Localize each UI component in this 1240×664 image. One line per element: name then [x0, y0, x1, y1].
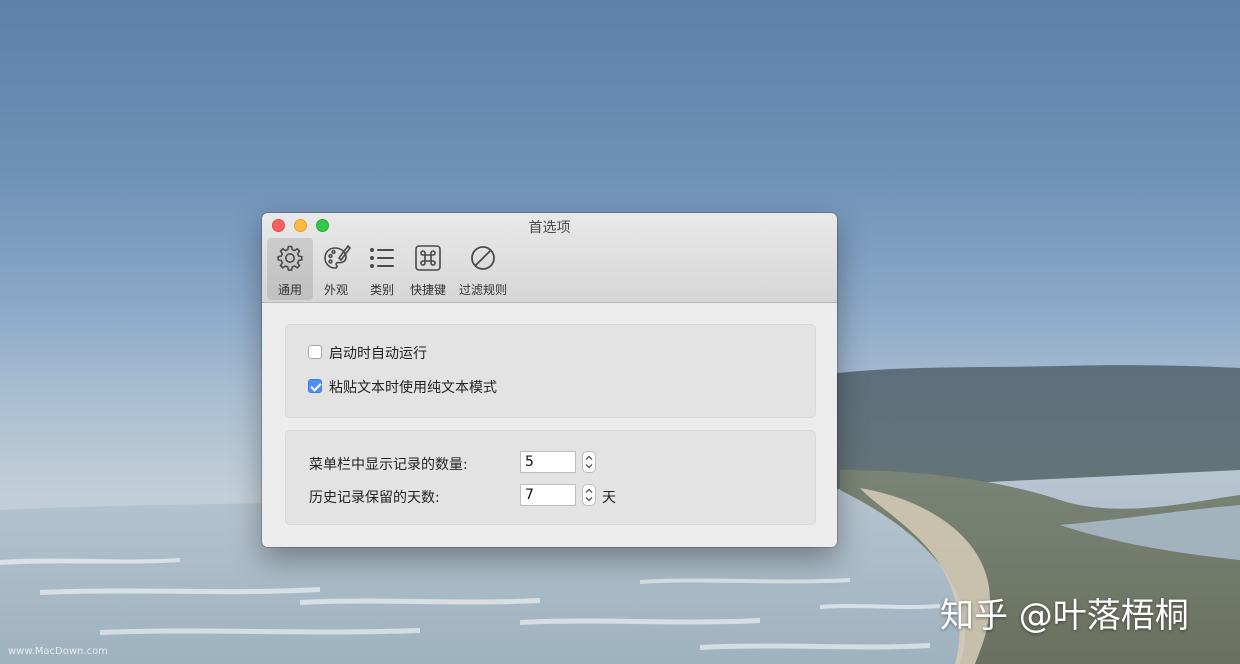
palette-icon	[324, 244, 351, 269]
stepper-arrows-icon	[585, 488, 593, 502]
paste-plain-text-label: 粘贴文本时使用纯文本模式	[329, 380, 497, 396]
tab-general[interactable]: 通用	[267, 238, 313, 300]
preferences-window: 首选项 通用 外观 类别 快捷键 过滤规则 启动时自动运行 粘贴文本时使用纯文本…	[262, 213, 837, 547]
menubar-count-stepper[interactable]	[582, 451, 596, 473]
tab-appearance[interactable]: 外观	[316, 238, 356, 300]
tab-general-label: 通用	[277, 283, 302, 297]
site-watermark: www.MacDown.com	[8, 646, 108, 657]
tab-filter-rules[interactable]: 过滤规则	[455, 238, 511, 300]
startup-options-group: 启动时自动运行 粘贴文本时使用纯文本模式	[285, 324, 816, 418]
history-days-stepper[interactable]	[582, 484, 596, 506]
launch-at-login-label: 启动时自动运行	[329, 346, 427, 362]
tab-filter-rules-label: 过滤规则	[458, 283, 507, 297]
tab-shortcuts[interactable]: 快捷键	[407, 238, 449, 300]
history-days-unit: 天	[602, 490, 616, 506]
zhihu-watermark: 知乎 @叶落梧桐	[940, 596, 1189, 636]
history-days-input[interactable]	[520, 484, 576, 506]
gear-icon	[277, 245, 303, 271]
menubar-count-label: 菜单栏中显示记录的数量:	[309, 457, 468, 473]
history-options-group: 菜单栏中显示记录的数量: 历史记录保留的天数: 天	[285, 430, 816, 525]
list-icon	[370, 248, 394, 268]
paste-plain-text-checkbox[interactable]	[308, 379, 322, 393]
tab-appearance-label: 外观	[323, 283, 348, 297]
window-title: 首选项	[528, 220, 571, 236]
launch-at-login-checkbox[interactable]	[308, 345, 322, 359]
tab-categories-label: 类别	[369, 283, 394, 297]
tab-categories[interactable]: 类别	[362, 238, 402, 300]
menubar-count-input[interactable]	[520, 451, 576, 473]
general-pane: 启动时自动运行 粘贴文本时使用纯文本模式 菜单栏中显示记录的数量: 历史记录保留…	[262, 303, 837, 547]
stepper-arrows-icon	[585, 455, 593, 469]
history-days-label: 历史记录保留的天数:	[309, 490, 440, 506]
titlebar-toolbar: 首选项 通用 外观 类别 快捷键 过滤规则	[262, 213, 837, 303]
prohibited-icon	[471, 246, 495, 270]
tab-shortcuts-label: 快捷键	[409, 283, 446, 297]
command-key-icon	[415, 245, 441, 271]
